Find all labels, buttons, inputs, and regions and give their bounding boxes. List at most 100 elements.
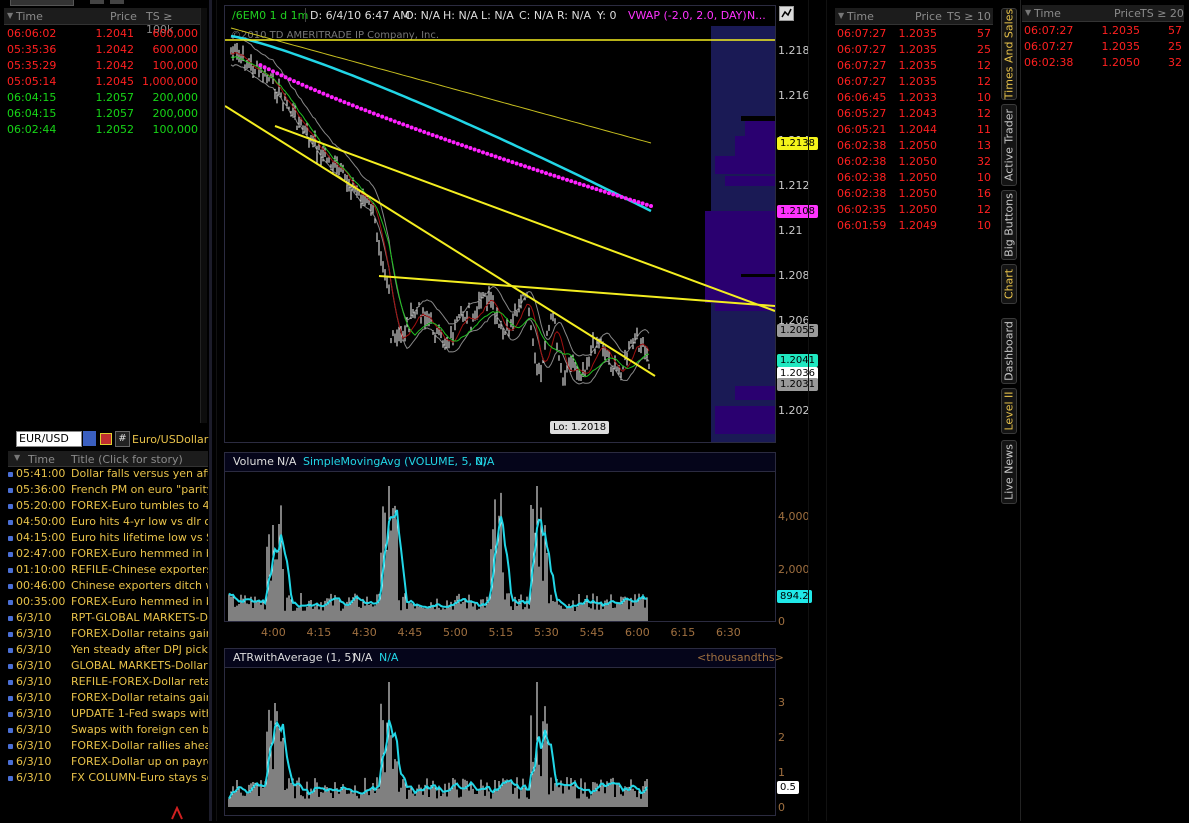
news-item[interactable]: 00:35:00 FOREX-Euro hemmed in by c — [8, 595, 208, 611]
news-item[interactable]: 00:46:00 Chinese exporters ditch wou — [8, 579, 208, 595]
side-tab-times-and-sales[interactable]: Times And Sales — [1001, 8, 1017, 100]
side-tab-dashboard[interactable]: Dashboard — [1001, 318, 1017, 384]
ts-row[interactable]: 06:07:27 1.2035 12 — [835, 73, 993, 89]
news-item[interactable]: 02:47:00 FOREX-Euro hemmed in by c — [8, 547, 208, 563]
volume-study-panel[interactable]: Volume N/A SimpleMovingAvg (VOLUME, 5, 0… — [224, 452, 776, 622]
ts-row[interactable]: 06:06:45 1.2033 10 — [835, 89, 993, 105]
news-title[interactable]: FOREX-Euro hemmed in by c — [71, 547, 208, 560]
side-tab-chart[interactable]: Chart — [1001, 264, 1017, 304]
news-title[interactable]: Swaps with foreign cen ban — [71, 723, 208, 736]
sort-triangle-icon[interactable]: ▼ — [1025, 8, 1031, 17]
news-title[interactable]: REFILE-Chinese exporters di — [71, 563, 208, 576]
ts-row[interactable]: 05:05:14 1.2045 1,000,000 — [4, 73, 200, 89]
news-item[interactable]: 6/3/10 FX COLUMN-Euro stays soft — [8, 771, 208, 787]
side-tab-level-ii[interactable]: Level II — [1001, 388, 1017, 434]
news-item[interactable]: 6/3/10 FOREX-Dollar retains gains a — [8, 627, 208, 643]
news-title[interactable]: French PM on euro "parity" re — [71, 483, 208, 496]
col-ts[interactable]: TS ≥ 10 — [947, 10, 991, 23]
volume-label[interactable]: Volume — [233, 455, 274, 468]
news-item[interactable]: 6/3/10 RPT-GLOBAL MARKETS-Dol — [8, 611, 208, 627]
ts-row[interactable]: 06:07:27 1.2035 25 — [835, 41, 993, 57]
col-price[interactable]: Price — [915, 10, 942, 23]
ts-row[interactable]: 06:07:27 1.2035 57 — [1022, 22, 1184, 38]
sma-label[interactable]: SimpleMovingAvg (VOLUME, 5, 0) — [303, 455, 487, 468]
toolbar-button[interactable] — [90, 0, 104, 4]
news-title[interactable]: Euro hits lifetime low vs Swi — [71, 531, 208, 544]
ts-row[interactable]: 06:02:38 1.2050 32 — [1022, 54, 1184, 70]
news-item[interactable]: 6/3/10 FOREX-Dollar rallies ahead o — [8, 739, 208, 755]
news-item[interactable]: 6/3/10 REFILE-FOREX-Dollar retains — [8, 675, 208, 691]
news-item[interactable]: 6/3/10 UPDATE 1-Fed swaps with f — [8, 707, 208, 723]
ts-row[interactable]: 06:05:27 1.2043 12 — [835, 105, 993, 121]
news-bullet-icon — [8, 680, 13, 685]
news-col-title[interactable]: Title (Click for story) — [71, 453, 183, 466]
ts-row[interactable]: 06:04:15 1.2057 200,000 — [4, 89, 200, 105]
news-item[interactable]: 05:41:00 Dollar falls versus yen after — [8, 467, 208, 483]
chart-settings-icon[interactable] — [779, 6, 794, 21]
news-title[interactable]: Dollar falls versus yen after — [71, 467, 208, 480]
toolbar-button[interactable] — [110, 0, 124, 4]
news-item[interactable]: 6/3/10 Swaps with foreign cen ban — [8, 723, 208, 739]
news-title[interactable]: REFILE-FOREX-Dollar retains — [71, 675, 208, 688]
news-item[interactable]: 6/3/10 FOREX-Dollar retains gains a — [8, 691, 208, 707]
news-title[interactable]: Chinese exporters ditch wou — [71, 579, 208, 592]
news-item[interactable]: 6/3/10 FOREX-Dollar up on payrolls — [8, 755, 208, 771]
col-price[interactable]: Price — [110, 10, 137, 23]
price-chart-panel[interactable]: /6EM0 1 d 1m D: 6/4/10 6:47 AM O: N/A H:… — [224, 5, 776, 443]
col-time[interactable]: Time — [1034, 7, 1061, 20]
ts-row[interactable]: 06:02:38 1.2050 32 — [835, 153, 993, 169]
ts-row[interactable]: 06:04:15 1.2057 200,000 — [4, 105, 200, 121]
news-title[interactable]: FOREX-Dollar rallies ahead o — [71, 739, 208, 752]
news-title[interactable]: FX COLUMN-Euro stays soft — [71, 771, 208, 784]
news-title[interactable]: RPT-GLOBAL MARKETS-Dol — [71, 611, 208, 624]
ts-row[interactable]: 06:05:21 1.2044 11 — [835, 121, 993, 137]
ts-row[interactable]: 06:02:38 1.2050 13 — [835, 137, 993, 153]
sort-triangle-icon[interactable]: ▼ — [14, 453, 20, 462]
news-title[interactable]: Euro hits 4-yr low vs dlr on F — [71, 515, 208, 528]
atr-label[interactable]: ATRwithAverage (1, 5) — [233, 651, 356, 664]
side-tab-active-trader[interactable]: Active Trader — [1001, 104, 1017, 186]
side-tab-big-buttons[interactable]: Big Buttons — [1001, 190, 1017, 260]
ts-row[interactable]: 06:07:27 1.2035 25 — [1022, 38, 1184, 54]
ts-row[interactable]: 06:06:02 1.2041 600,000 — [4, 25, 200, 41]
ts-row[interactable]: 06:01:59 1.2049 10 — [835, 217, 993, 233]
col-ts[interactable]: TS ≥ 20 — [1140, 7, 1184, 20]
news-title[interactable]: FOREX-Dollar retains gains a — [71, 691, 208, 704]
symbol-lookup-icon[interactable] — [83, 431, 96, 446]
news-title[interactable]: FOREX-Dollar up on payrolls — [71, 755, 208, 768]
news-title[interactable]: FOREX-Euro hemmed in by c — [71, 595, 208, 608]
ts-row[interactable]: 06:02:38 1.2050 16 — [835, 185, 993, 201]
col-price[interactable]: Price — [1114, 7, 1141, 20]
toolbar-field[interactable] — [10, 0, 74, 6]
news-item[interactable]: 05:20:00 FOREX-Euro tumbles to 4-ye — [8, 499, 208, 515]
hash-button[interactable]: # — [115, 431, 130, 447]
news-col-time[interactable]: Time — [28, 453, 55, 466]
ts-row[interactable]: 05:35:29 1.2042 100,000 — [4, 57, 200, 73]
news-title[interactable]: GLOBAL MARKETS-Dollar, A — [71, 659, 208, 672]
news-item[interactable]: 04:15:00 Euro hits lifetime low vs Swi — [8, 531, 208, 547]
news-title[interactable]: UPDATE 1-Fed swaps with f — [71, 707, 208, 720]
sort-triangle-icon[interactable]: ▼ — [7, 11, 13, 20]
news-title[interactable]: FOREX-Dollar retains gains a — [71, 627, 208, 640]
col-time[interactable]: Time — [847, 10, 874, 23]
atr-study-panel[interactable]: ATRwithAverage (1, 5) N/A N/A <thousandt… — [224, 648, 784, 816]
news-title[interactable]: FOREX-Euro tumbles to 4-ye — [71, 499, 208, 512]
ts-row[interactable]: 06:07:27 1.2035 57 — [835, 25, 993, 41]
left-scrollbar[interactable] — [200, 8, 207, 423]
ts-row[interactable]: 06:07:27 1.2035 12 — [835, 57, 993, 73]
ts-row[interactable]: 06:02:44 1.2052 100,000 — [4, 121, 200, 137]
news-item[interactable]: 6/3/10 GLOBAL MARKETS-Dollar, A — [8, 659, 208, 675]
news-item[interactable]: 05:36:00 French PM on euro "parity" re — [8, 483, 208, 499]
side-tab-live-news[interactable]: Live News — [1001, 440, 1017, 504]
col-time[interactable]: Time — [16, 10, 43, 23]
news-item[interactable]: 01:10:00 REFILE-Chinese exporters di — [8, 563, 208, 579]
ts-row[interactable]: 06:02:38 1.2050 10 — [835, 169, 993, 185]
news-item[interactable]: 04:50:00 Euro hits 4-yr low vs dlr on F — [8, 515, 208, 531]
news-item[interactable]: 6/3/10 Yen steady after DPJ picks l — [8, 643, 208, 659]
sort-triangle-icon[interactable]: ▼ — [838, 11, 844, 20]
flag-icon[interactable] — [100, 433, 112, 445]
ts-row[interactable]: 05:35:36 1.2042 600,000 — [4, 41, 200, 57]
ts-row[interactable]: 06:02:35 1.2050 12 — [835, 201, 993, 217]
symbol-input[interactable]: EUR/USD — [16, 431, 82, 447]
news-title[interactable]: Yen steady after DPJ picks l — [71, 643, 208, 656]
